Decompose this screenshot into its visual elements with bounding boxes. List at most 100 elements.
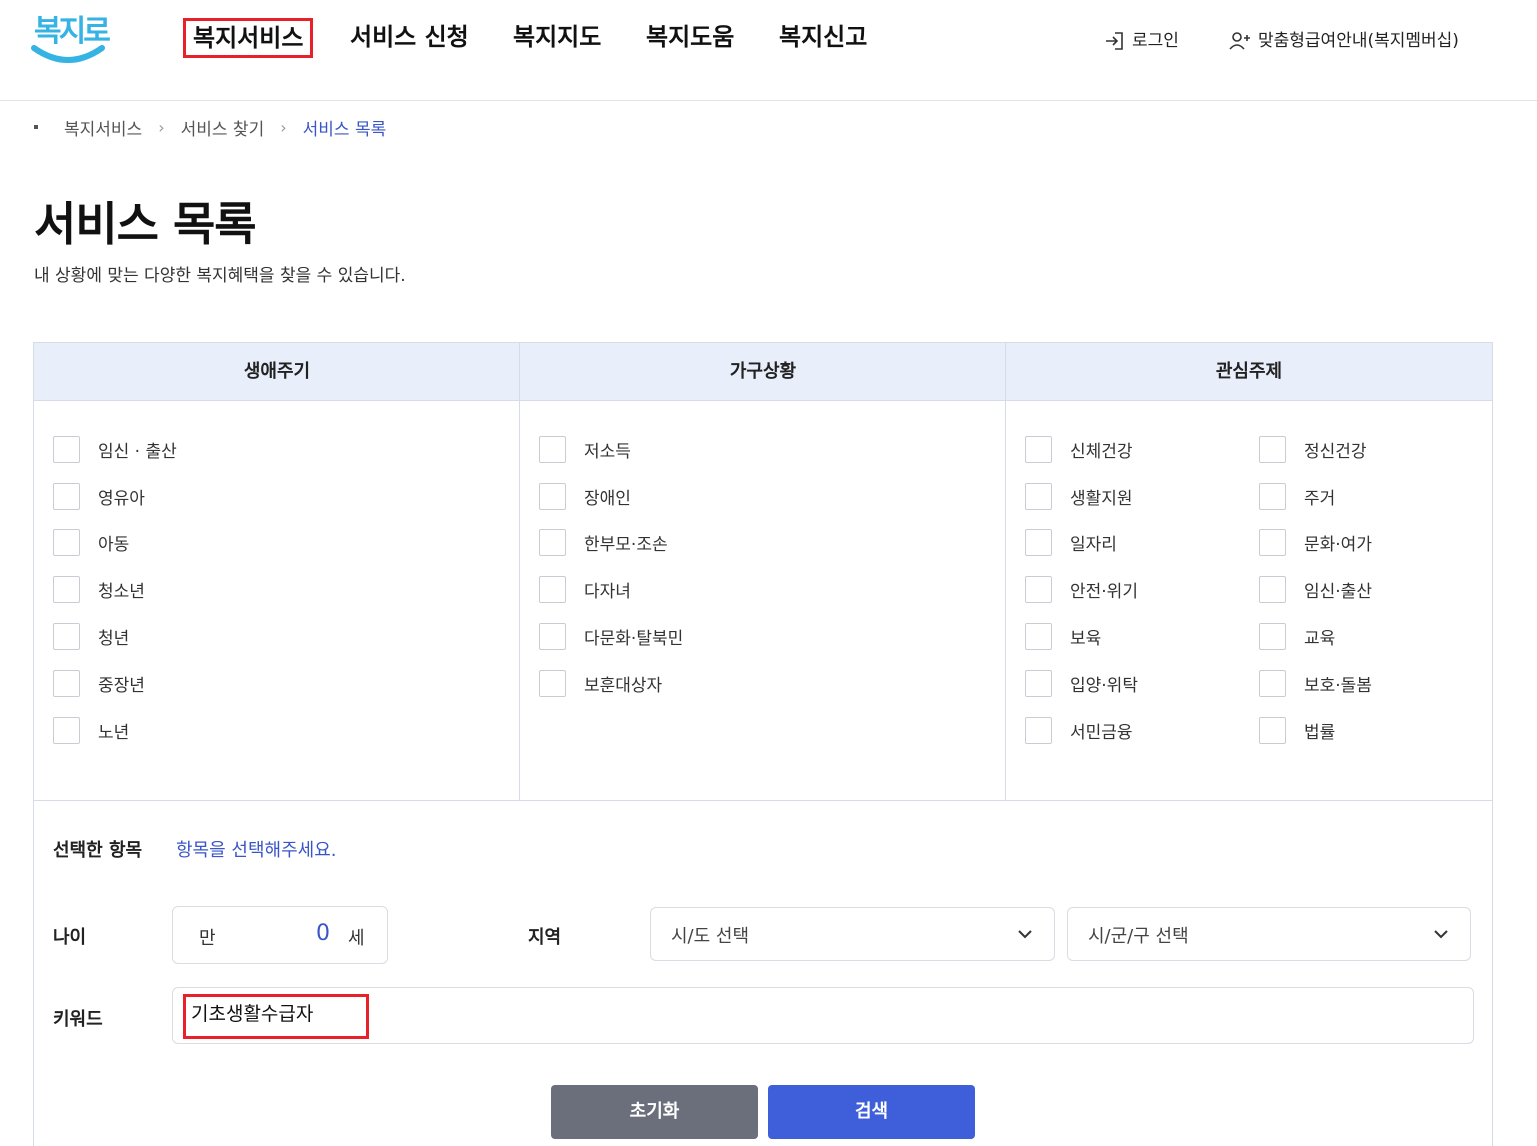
checkbox-lifecycle-middle-age[interactable]: 중장년 — [53, 669, 145, 697]
checkbox-box[interactable] — [1025, 575, 1052, 603]
nav-service-apply[interactable]: 서비스 신청 — [350, 18, 469, 58]
checkbox-household-multi-child[interactable]: 다자녀 — [539, 575, 631, 603]
checkbox-box[interactable] — [539, 528, 566, 556]
breadcrumb-item-service-find[interactable]: 서비스 찾기 — [181, 115, 265, 140]
checkbox-household-single-parent[interactable]: 한부모·조손 — [539, 528, 668, 556]
checkbox-box[interactable] — [1025, 528, 1052, 556]
lifecycle-header: 생애주기 — [243, 361, 311, 382]
checkbox-label: 안전·위기 — [1070, 581, 1138, 602]
checkbox-label: 교육 — [1304, 628, 1336, 649]
breadcrumb-item-current: 서비스 목록 — [302, 119, 387, 140]
checkbox-interest-childcare[interactable]: 보육 — [1025, 622, 1101, 650]
checkbox-box[interactable] — [53, 482, 80, 510]
checkbox-lifecycle-senior[interactable]: 노년 — [53, 716, 129, 744]
checkbox-interest-safety-crisis[interactable]: 안전·위기 — [1025, 575, 1138, 603]
nav-welfare-report[interactable]: 복지신고 — [779, 18, 867, 58]
breadcrumb-item-welfare-service[interactable]: 복지서비스 — [64, 115, 142, 140]
checkbox-box[interactable] — [53, 716, 80, 744]
reset-button[interactable]: 초기화 — [551, 1085, 758, 1139]
login-link[interactable]: 로그인 — [1104, 28, 1179, 54]
checkbox-household-low-income[interactable]: 저소득 — [539, 435, 631, 463]
sido-select-value: 시/도 선택 — [671, 926, 750, 947]
membership-link[interactable]: 맞춤형급여안내(복지멤버십) — [1228, 28, 1459, 54]
sigungu-select[interactable]: 시/군/구 선택 — [1067, 907, 1471, 961]
checkbox-label: 다자녀 — [584, 581, 631, 602]
checkbox-interest-housing[interactable]: 주거 — [1259, 482, 1335, 510]
checkbox-box[interactable] — [1025, 716, 1052, 744]
checkbox-interest-adoption[interactable]: 입양·위탁 — [1025, 669, 1138, 697]
checkbox-household-multicultural[interactable]: 다문화·탈북민 — [539, 622, 683, 650]
checkbox-box[interactable] — [1259, 482, 1286, 510]
chevron-down-icon — [1018, 930, 1032, 939]
checkbox-lifecycle-child[interactable]: 아동 — [53, 528, 129, 556]
filter-panel-header: 생애주기 가구상황 관심주제 — [34, 343, 1492, 401]
checkbox-box[interactable] — [539, 435, 566, 463]
checkbox-lifecycle-youth[interactable]: 청년 — [53, 622, 129, 650]
checkbox-box[interactable] — [1259, 669, 1286, 697]
checkbox-label: 한부모·조손 — [584, 534, 668, 555]
checkbox-label: 생활지원 — [1070, 488, 1133, 509]
checkbox-label: 정신건강 — [1304, 441, 1367, 462]
checkbox-box[interactable] — [1259, 622, 1286, 650]
checkbox-box[interactable] — [539, 482, 566, 510]
page-title: 서비스 목록 — [34, 197, 257, 251]
checkbox-box[interactable] — [1259, 528, 1286, 556]
checkbox-lifecycle-infant[interactable]: 영유아 — [53, 482, 145, 510]
checkbox-label: 주거 — [1304, 488, 1336, 509]
checkbox-label: 보훈대상자 — [584, 675, 663, 696]
chevron-down-icon — [1434, 930, 1448, 939]
checkbox-household-veteran[interactable]: 보훈대상자 — [539, 669, 662, 697]
checkbox-box[interactable] — [1259, 435, 1286, 463]
checkbox-interest-mental-health[interactable]: 정신건강 — [1259, 435, 1367, 463]
site-logo[interactable]: 복지로 — [30, 6, 111, 68]
keyword-input[interactable] — [191, 1001, 791, 1023]
checkbox-box[interactable] — [539, 575, 566, 603]
checkbox-box[interactable] — [53, 528, 80, 556]
checkbox-box[interactable] — [1025, 669, 1052, 697]
checkbox-interest-physical-health[interactable]: 신체건강 — [1025, 435, 1133, 463]
keyword-field — [172, 987, 1474, 1044]
nav-welfare-map[interactable]: 복지지도 — [513, 18, 601, 58]
checkbox-box[interactable] — [53, 622, 80, 650]
age-input[interactable] — [293, 921, 353, 946]
checkbox-lifecycle-teen[interactable]: 청소년 — [53, 575, 145, 603]
keyword-label: 키워드 — [53, 1009, 103, 1030]
grid-divider — [34, 800, 1492, 801]
checkbox-label: 입양·위탁 — [1070, 675, 1138, 696]
checkbox-interest-legal[interactable]: 법률 — [1259, 716, 1335, 744]
checkbox-box[interactable] — [53, 435, 80, 463]
checkbox-box[interactable] — [539, 622, 566, 650]
nav-welfare-service[interactable]: 복지서비스 — [183, 18, 314, 58]
age-prefix: 만 — [199, 928, 216, 949]
checkbox-box[interactable] — [1259, 575, 1286, 603]
checkbox-interest-living-support[interactable]: 생활지원 — [1025, 482, 1133, 510]
checkbox-interest-jobs[interactable]: 일자리 — [1025, 528, 1117, 556]
checkbox-household-disabled[interactable]: 장애인 — [539, 482, 631, 510]
checkbox-label: 임신·출산 — [1304, 581, 1372, 602]
breadcrumb-bullet-icon — [34, 125, 38, 129]
checkbox-box[interactable] — [1259, 716, 1286, 744]
checkbox-interest-education[interactable]: 교육 — [1259, 622, 1335, 650]
selected-items-value: 항목을 선택해주세요. — [176, 840, 337, 861]
checkbox-interest-pregnancy[interactable]: 임신·출산 — [1259, 575, 1372, 603]
checkbox-label: 임신 · 출산 — [98, 441, 177, 462]
checkbox-box[interactable] — [53, 575, 80, 603]
checkbox-box[interactable] — [1025, 435, 1052, 463]
search-button[interactable]: 검색 — [768, 1085, 975, 1139]
checkbox-box[interactable] — [1025, 482, 1052, 510]
checkbox-interest-finance[interactable]: 서민금융 — [1025, 716, 1133, 744]
checkbox-interest-culture[interactable]: 문화·여가 — [1259, 528, 1372, 556]
page-description: 내 상황에 맞는 다양한 복지혜택을 찾을 수 있습니다. — [34, 266, 406, 286]
checkbox-lifecycle-pregnancy[interactable]: 임신 · 출산 — [53, 435, 177, 463]
checkbox-label: 청소년 — [98, 581, 145, 602]
checkbox-label: 중장년 — [98, 675, 145, 696]
household-header: 가구상황 — [729, 361, 797, 382]
checkbox-box[interactable] — [539, 669, 566, 697]
checkbox-label: 노년 — [98, 722, 130, 743]
sido-select[interactable]: 시/도 선택 — [650, 907, 1055, 961]
checkbox-box[interactable] — [53, 669, 80, 697]
checkbox-interest-care[interactable]: 보호·돌봄 — [1259, 669, 1372, 697]
chevron-right-icon: › — [158, 117, 165, 137]
nav-welfare-help[interactable]: 복지도움 — [646, 18, 734, 58]
checkbox-box[interactable] — [1025, 622, 1052, 650]
